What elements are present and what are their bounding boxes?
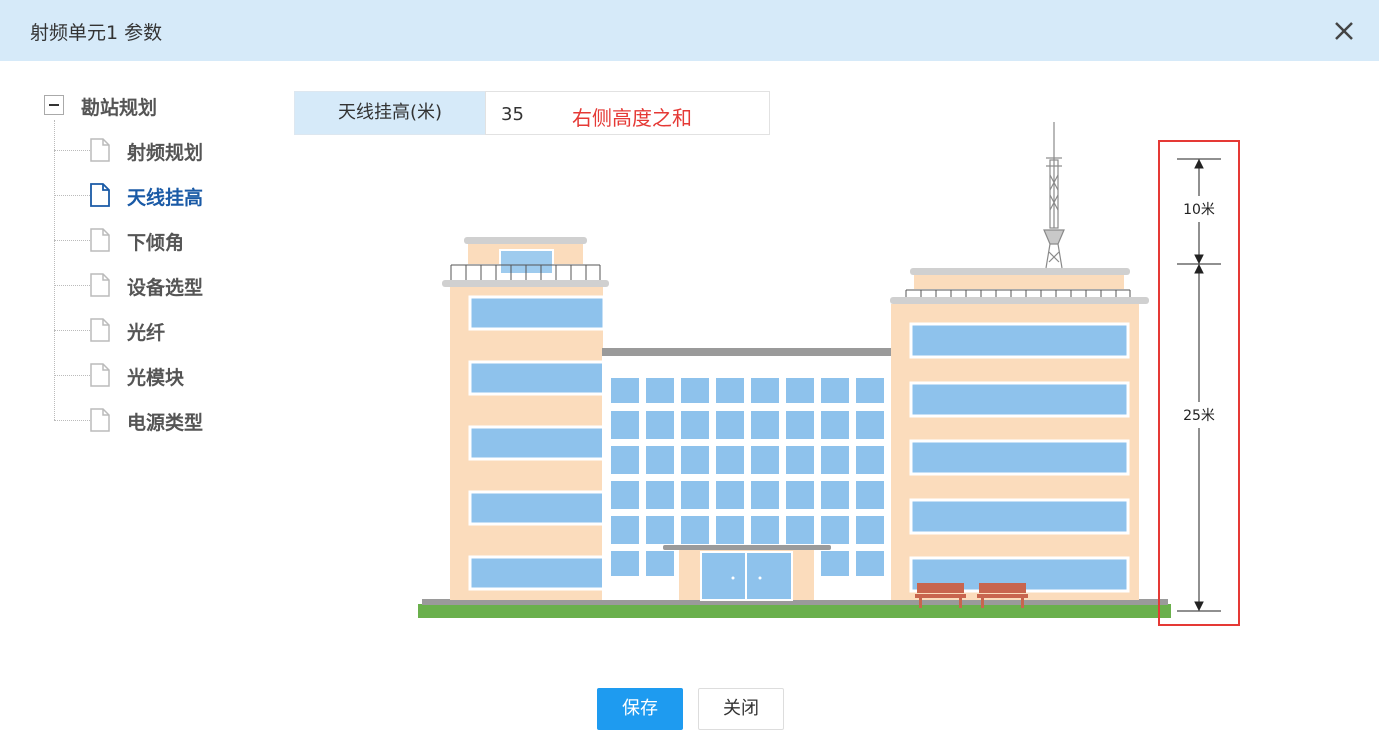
dimension-label-bottom: 25米: [1183, 408, 1215, 424]
close-icon[interactable]: [1331, 18, 1357, 44]
tree-item-fiber[interactable]: 光纤: [54, 310, 274, 350]
tree-connector: [54, 330, 90, 331]
tree-connector: [54, 195, 90, 196]
tree-item-power-type[interactable]: 电源类型: [54, 400, 274, 440]
dimension-label-top: 10米: [1183, 202, 1215, 218]
tree-item-optical-module[interactable]: 光模块: [54, 355, 274, 395]
tree-item-label: 光模块: [127, 367, 185, 389]
document-icon: [90, 138, 110, 162]
tree-item-label: 光纤: [127, 322, 166, 344]
document-icon: [90, 408, 110, 432]
tree-item-antenna-height[interactable]: 天线挂高: [54, 175, 274, 215]
dialog-title: 射频单元1 参数: [30, 22, 163, 44]
tree-item-label: 设备选型: [127, 277, 204, 299]
building-illustration: 10米 25米: [418, 122, 1240, 626]
tree-connector: [54, 150, 90, 151]
tree-item-label: 射频规划: [127, 142, 204, 164]
document-icon: [90, 363, 110, 387]
tree-item-label: 电源类型: [127, 412, 204, 434]
tree-connector: [54, 240, 90, 241]
tree-root[interactable]: 勘站规划: [44, 90, 264, 120]
tree-connector: [54, 375, 90, 376]
tree-item-equipment[interactable]: 设备选型: [54, 265, 274, 305]
document-icon: [90, 183, 110, 207]
collapse-icon[interactable]: [44, 95, 64, 115]
tree-connector: [54, 420, 90, 421]
document-icon: [90, 228, 110, 252]
antenna-tower: [1043, 122, 1065, 269]
document-icon: [90, 318, 110, 342]
tree-connector: [54, 285, 90, 286]
dialog-titlebar: 射频单元1 参数: [0, 0, 1379, 61]
save-button[interactable]: 保存: [597, 688, 683, 730]
document-icon: [90, 273, 110, 297]
tree-item-tilt[interactable]: 下倾角: [54, 220, 274, 260]
tree-item-label: 下倾角: [127, 232, 185, 254]
close-button[interactable]: 关闭: [698, 688, 784, 730]
tree-item-rf-planning[interactable]: 射频规划: [54, 130, 274, 170]
tree-root-label: 勘站规划: [81, 97, 158, 119]
tree-item-label: 天线挂高: [127, 187, 204, 209]
